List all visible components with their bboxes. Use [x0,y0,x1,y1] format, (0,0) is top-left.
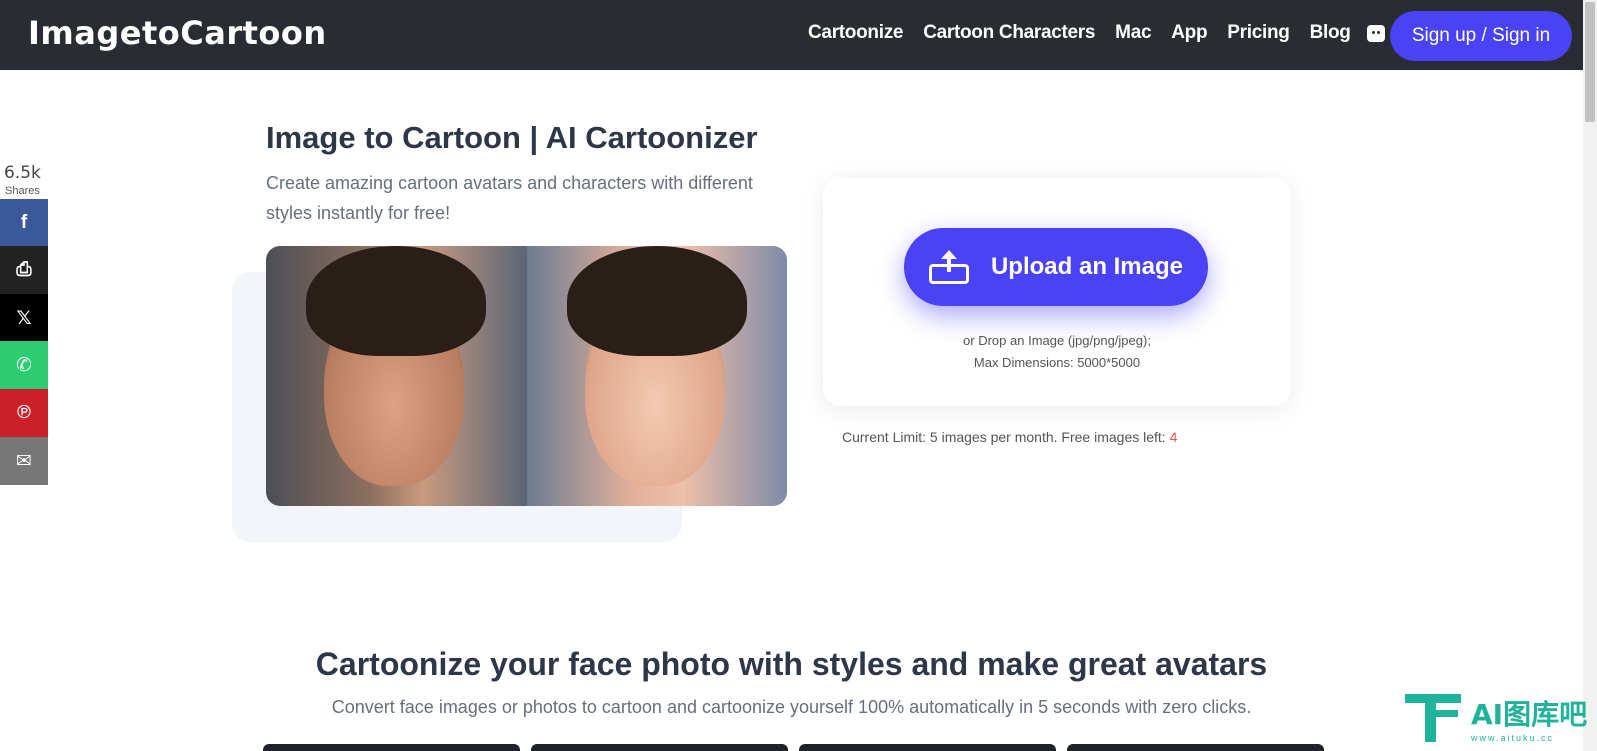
section-subtitle: Convert face images or photos to cartoon… [331,697,1252,717]
nav-pricing[interactable]: Pricing [1227,22,1290,44]
pinterest-icon: ℗ [17,402,31,423]
site-watermark: AI图库吧 www.aituku.cc [1405,690,1587,746]
free-images-left: 4 [1169,429,1178,445]
upload-button-label: Upload an Image [990,253,1184,280]
style-thumbnail[interactable] [1067,744,1324,751]
whatsapp-share-button[interactable]: ✆ [0,341,48,389]
usage-limit-text: Current Limit: 5 images per month. Free … [842,429,1170,445]
before-after-image [266,246,787,506]
facebook-share-button[interactable]: f [0,199,48,247]
nav-links: Cartoonize Cartoon Characters Mac App Pr… [808,22,1385,44]
share-count: 6.5k [4,163,41,183]
discord-icon[interactable] [1366,24,1385,42]
cartoon-photo [526,246,787,506]
email-icon: ✉ [16,450,32,472]
watermark-url: www.aituku.cc [1471,733,1555,743]
section-title: Cartoonize your face photo with styles a… [315,646,1268,682]
nav-cartoon-characters[interactable]: Cartoon Characters [923,22,1095,44]
hair [566,246,747,356]
watermark-text: AI图库吧 [1471,698,1588,731]
sign-in-button[interactable]: Sign up / Sign in [1390,11,1572,61]
nav-app[interactable]: App [1171,22,1207,44]
nav-mac[interactable]: Mac [1115,22,1151,44]
style-thumbnail[interactable] [799,744,1056,751]
drop-hint-formats: or Drop an Image (jpg/png/jpeg); [963,333,1151,348]
print-share-button[interactable]: ⎙ [0,246,48,294]
page-scrollbar[interactable] [1583,0,1597,751]
style-thumbnail[interactable] [263,744,520,751]
usage-limit: Current Limit: 5 images per month. Free … [842,429,1177,445]
upload-icon [928,250,969,284]
drop-hint-dimensions: Max Dimensions: 5000*5000 [973,355,1141,370]
facebook-icon: f [20,212,28,233]
upload-image-button[interactable]: Upload an Image [904,228,1208,306]
scroll-thumb[interactable] [1585,2,1595,122]
original-photo [266,246,527,506]
share-label: Shares [5,185,40,197]
upload-dropzone[interactable]: Upload an Image or Drop an Image (jpg/pn… [823,178,1291,406]
drop-hint: or Drop an Image (jpg/png/jpeg); Max Dim… [823,330,1291,374]
brand-logo[interactable]: ImagetoCartoon [28,14,327,52]
email-share-button[interactable]: ✉ [0,437,48,485]
nav-cartoonize[interactable]: Cartoonize [808,22,903,44]
hero-subtitle: Create amazing cartoon avatars and chara… [266,173,753,223]
x-icon: 𝕏 [16,307,32,329]
style-thumbnail[interactable] [531,744,788,751]
nav-blog[interactable]: Blog [1310,22,1351,44]
page-title: Image to Cartoon | AI Cartoonizer [266,120,758,155]
x-share-button[interactable]: 𝕏 [0,294,48,342]
print-icon: ⎙ [16,259,32,280]
watermark-logo-icon [1405,690,1463,746]
hair [306,246,486,356]
top-navbar: ImagetoCartoon Cartoonize Cartoon Charac… [0,0,1583,70]
pinterest-share-button[interactable]: ℗ [0,389,48,437]
whatsapp-icon: ✆ [16,354,32,376]
